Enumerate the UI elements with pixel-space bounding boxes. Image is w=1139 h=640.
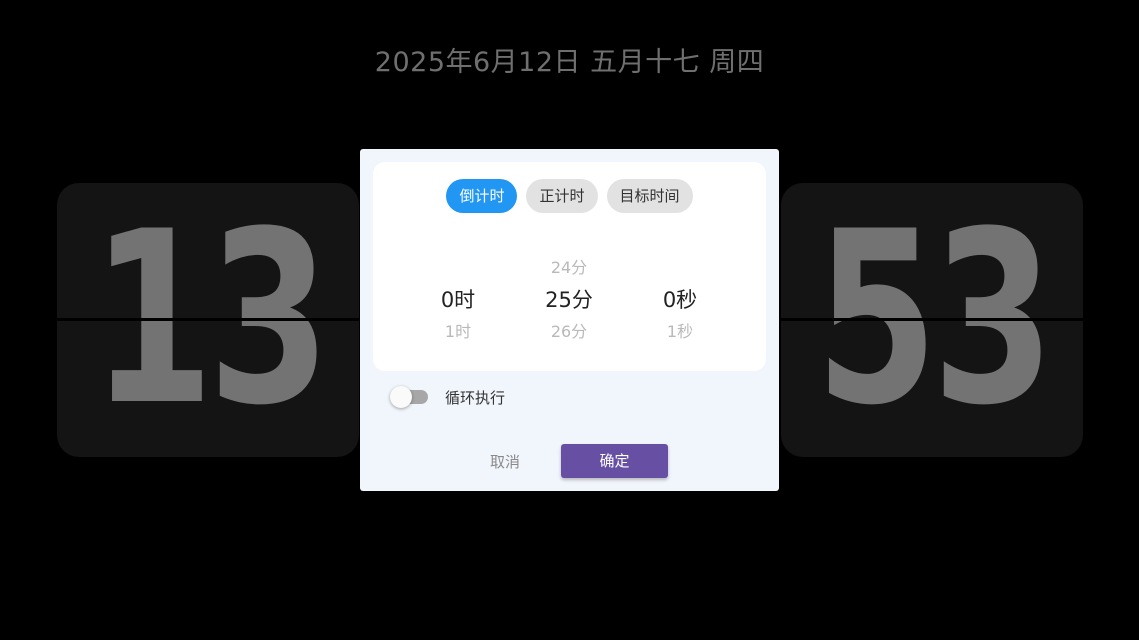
toggle-thumb [390,386,412,408]
tab-target-time[interactable]: 目标时间 [606,179,693,213]
flip-card-minutes: 53 [781,183,1083,457]
minutes-wheel[interactable]: 24分 25分 26分 [514,252,624,348]
seconds-next-value: 1秒 [666,322,694,341]
confirm-button[interactable]: 确定 [561,444,668,478]
minutes-prev-value: 24分 [550,258,588,277]
date-header: 2025年6月12日 五月十七 周四 [374,47,765,78]
hours-wheel[interactable]: 0时 1时 [403,252,513,348]
tab-countdown[interactable]: 倒计时 [446,179,518,213]
flip-divider [781,318,1083,321]
seconds-selected-value: 0秒 [662,288,698,312]
seconds-prev-value [625,252,735,284]
picker-panel: 倒计时 正计时 目标时间 0时 1时 24分 25分 26分 0秒 1秒 [373,162,766,371]
minutes-next-value: 26分 [550,322,588,341]
loop-label: 循环执行 [445,388,506,407]
hours-prev-value [403,252,513,284]
cancel-button[interactable]: 取消 [470,445,540,479]
minutes-selected-value: 25分 [545,288,593,312]
timer-dialog: 倒计时 正计时 目标时间 0时 1时 24分 25分 26分 0秒 1秒 循环执… [360,149,779,491]
loop-row: 循环执行 [390,385,505,409]
mode-tabs: 倒计时 正计时 目标时间 [373,179,766,213]
hours-next-value: 1时 [444,322,472,341]
hours-selected-value: 0时 [440,288,476,312]
tab-count-up[interactable]: 正计时 [526,179,598,213]
loop-toggle[interactable] [390,385,430,409]
flip-card-hours: 13 [57,183,359,457]
flip-divider [57,318,359,321]
seconds-wheel[interactable]: 0秒 1秒 [625,252,735,348]
